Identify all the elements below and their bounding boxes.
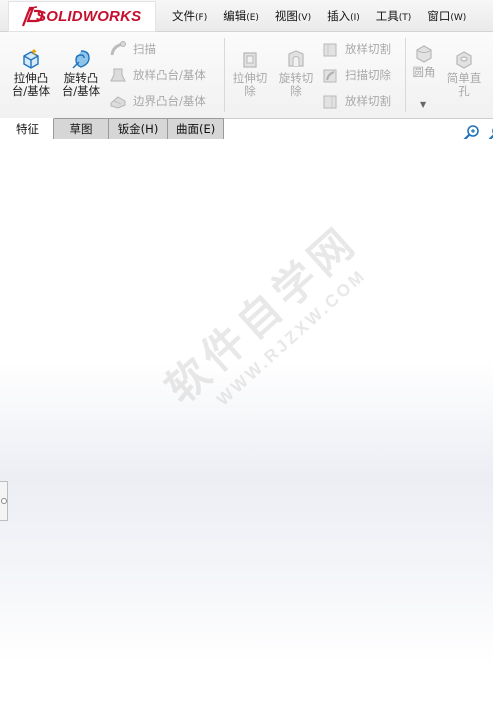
menu-insert[interactable]: 插入(I) [327,8,360,24]
revolve-cut-icon [288,50,304,67]
revolve-boss-icon [72,50,90,69]
loft-cut-button-2[interactable]: 放样切割 [321,91,391,111]
loft-cut-icon [323,43,337,57]
main-menu: 文件(F) 编辑(E) 视图(V) 插入(I) 工具(T) 窗口(W) [172,0,482,31]
extrude-cut-button[interactable]: 拉伸切 除 [225,48,275,98]
title-menu-bar: SOLIDWORKS 文件(F) 编辑(E) 视图(V) 插入(I) 工具(T)… [0,0,493,32]
sweep-icon [110,41,126,56]
extrude-cut-icon [243,52,257,68]
extrude-boss-icon [23,49,39,69]
loft-boss-button[interactable]: 放样凸台/基体 [109,65,206,85]
sweep-cut-icon [323,69,337,83]
loft-cut-button[interactable]: 放样切割 [321,39,391,59]
menu-tools[interactable]: 工具(T) [376,8,412,24]
boundary-boss-button[interactable]: 边界凸台/基体 [109,91,206,111]
tab-features[interactable]: 特征 [0,118,54,140]
tab-sketch[interactable]: 草图 [54,118,109,140]
logo-brand-text: SOLIDWORKS [36,8,142,25]
command-manager-tabs: 特征 草图 钣金(H) 曲面(E) [0,118,224,140]
fillet-dropdown-arrow[interactable]: ▼ [420,100,426,109]
hole-icon [456,51,472,69]
menu-window[interactable]: 窗口(W) [427,8,466,24]
command-manager: 拉伸凸 台/基体 旋转凸 台/基体 扫描 放样凸台/基体 边界凸台/基体 拉伸切… [0,32,493,119]
fillet-icon [416,45,432,63]
revolve-boss-button[interactable]: 旋转凸 台/基体 [56,48,106,98]
sweep-cut-button[interactable]: 扫描切除 [321,65,391,85]
tab-sheet-metal[interactable]: 钣金(H) [109,118,168,140]
loft-cut-icon [323,95,337,109]
boundary-icon [110,96,126,109]
handle-grip-icon [1,498,7,504]
simple-hole-button[interactable]: 简单直 孔 [439,48,489,98]
feature-manager-handle[interactable] [0,481,8,521]
menu-edit[interactable]: 编辑(E) [223,8,259,24]
solidworks-logo[interactable]: SOLIDWORKS [8,1,156,32]
graphics-area[interactable] [0,139,493,723]
loft-icon [110,68,126,82]
extrude-boss-button[interactable]: 拉伸凸 台/基体 [6,48,56,98]
menu-view[interactable]: 视图(V) [275,8,311,24]
tab-surfaces[interactable]: 曲面(E) [168,118,224,140]
menu-file[interactable]: 文件(F) [172,8,207,24]
sweep-button[interactable]: 扫描 [109,39,156,59]
revolve-cut-button[interactable]: 旋转切 除 [271,48,321,98]
